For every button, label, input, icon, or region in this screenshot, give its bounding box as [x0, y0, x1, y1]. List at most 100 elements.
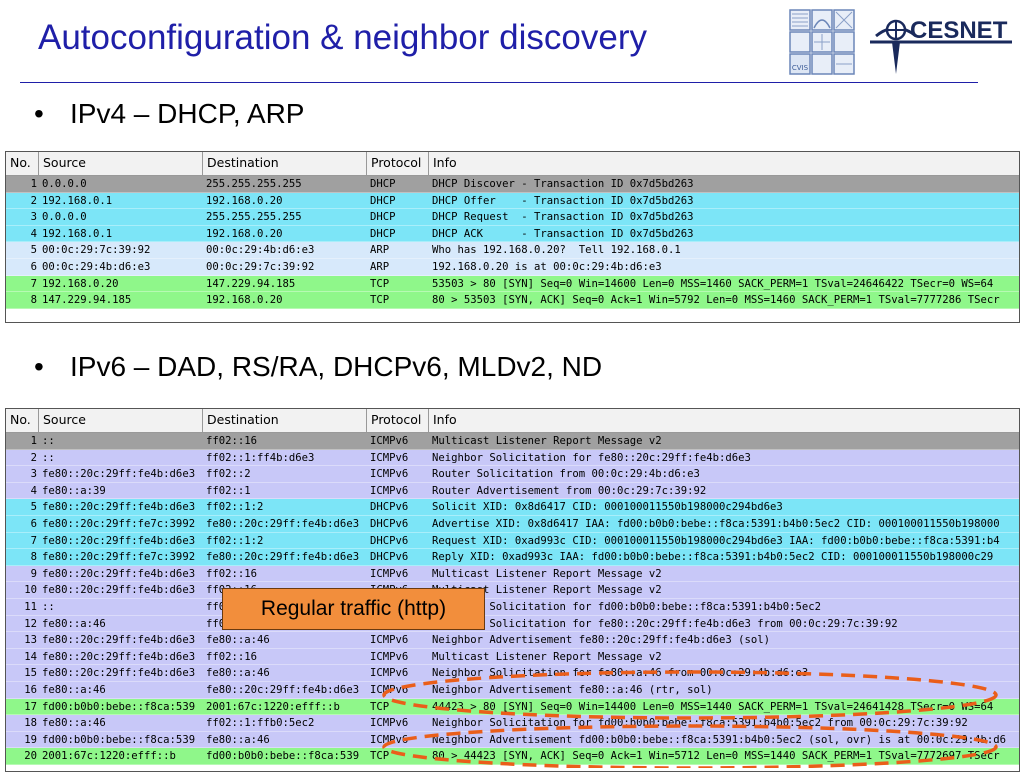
packet-protocol: DHCPv6	[370, 501, 409, 514]
packet-row[interactable]: 11::ff02::1:ffb0:5ec2ICMPv6Neighbor Soli…	[6, 598, 1019, 616]
packet-no: 18	[24, 717, 37, 730]
packet-row[interactable]: 14 fe80::20c:29ff:fe4b:d6e3 ff02::16 ICMPv6…	[6, 648, 1019, 666]
packet-protocol: ARP	[370, 244, 390, 257]
column-no[interactable]: No.	[6, 152, 39, 175]
cvis-logo: CVIS	[789, 9, 855, 75]
column-protocol[interactable]: Protocol	[367, 152, 429, 175]
packet-no: 19	[24, 733, 37, 746]
packet-destination: fe80::20c:29ff:fe4b:d6e3	[206, 683, 360, 696]
packet-info: Neighbor Solicitation for fe80::20c:29ff…	[432, 617, 898, 630]
packet-no: 3	[30, 211, 37, 224]
packet-info: 192.168.0.20 is at 00:0c:29:4b:d6:e3	[432, 260, 662, 273]
packet-protocol: ARP	[370, 260, 390, 273]
packet-destination: 192.168.0.20	[206, 294, 283, 307]
packet-source: ::	[42, 600, 55, 613]
column-info[interactable]: Info	[429, 409, 1019, 432]
packet-no: 3	[30, 468, 37, 481]
packet-row[interactable]: 12fe80::a:46ff02::1:ff4b:d6e3ICMPv6Neigh…	[6, 615, 1019, 633]
packet-info: 53503 > 80 [SYN] Seq=0 Win=14600 Len=0 M…	[432, 277, 994, 290]
slide-title: Autoconfiguration & neighbor discovery	[38, 18, 647, 57]
packet-destination: ff02::1	[206, 484, 251, 497]
packet-protocol: TCP	[370, 700, 390, 713]
packet-row[interactable]: 20 2001:67c:1220:efff::b fd00:b0b0:bebe::f…	[6, 748, 1019, 765]
packet-destination: 255.255.255.255	[206, 211, 302, 224]
packet-source: 192.168.0.1	[42, 227, 113, 240]
packet-row[interactable]: 17 fd00:b0b0:bebe::f8ca:539 2001:67c:1220:…	[6, 698, 1019, 716]
packet-row[interactable]: 6 00:0c:29:4b:d6:e3 00:0c:29:7c:39:92 ARP 19…	[6, 258, 1019, 276]
packet-destination: ff02::16	[206, 650, 258, 663]
packet-destination: 255.255.255.255	[206, 178, 302, 190]
column-info[interactable]: Info	[429, 152, 1019, 175]
packet-source: fd00:b0b0:bebe::f8ca:539	[42, 700, 196, 713]
packet-row[interactable]: 10fe80::20c:29ff:fe4b:d6e3ff02::16ICMPv6…	[6, 582, 1019, 599]
packet-row[interactable]: 18 fe80::a:46 ff02::1:ffb0:5ec2 ICMPv6 Neigh…	[6, 715, 1019, 732]
packet-row[interactable]: 1 0.0.0.0 255.255.255.255 DHCP DHCP Discover…	[6, 176, 1019, 193]
packet-no: 20	[24, 750, 37, 763]
packet-destination: 192.168.0.20	[206, 194, 283, 207]
packet-info: Router Advertisement from 00:0c:29:7c:39…	[432, 484, 707, 497]
callout-regular-traffic: Regular traffic (http)	[222, 588, 485, 630]
column-destination[interactable]: Destination	[203, 152, 367, 175]
packet-source: fe80::20c:29ff:fe7c:3992	[42, 551, 196, 564]
packet-info: 44423 > 80 [SYN] Seq=0 Win=14400 Len=0 M…	[432, 700, 994, 713]
ipv4-packet-list[interactable]: No. Source Destination Protocol Info 1 0.…	[5, 151, 1020, 323]
packet-destination: ff02::16	[206, 567, 258, 580]
column-no[interactable]: No.	[6, 409, 39, 432]
ipv6-column-header: No. Source Destination Protocol Info	[6, 409, 1019, 433]
packet-row[interactable]: 3 0.0.0.0 255.255.255.255 DHCP DHCP Request …	[6, 209, 1019, 226]
packet-row[interactable]: 13 fe80::20c:29ff:fe4b:d6e3 fe80::a:46 ICMP…	[6, 632, 1019, 649]
packet-row[interactable]: 5 00:0c:29:7c:39:92 00:0c:29:4b:d6:e3 ARP Wh…	[6, 242, 1019, 259]
ipv4-column-header: No. Source Destination Protocol Info	[6, 152, 1019, 176]
column-destination[interactable]: Destination	[203, 409, 367, 432]
packet-destination: fe80::a:46	[206, 634, 270, 647]
packet-no: 5	[30, 244, 37, 257]
packet-destination: fe80::20c:29ff:fe4b:d6e3	[206, 517, 360, 530]
packet-protocol: ICMPv6	[370, 435, 409, 447]
packet-row[interactable]: 9 fe80::20c:29ff:fe4b:d6e3 ff02::16 ICMPv6 M…	[6, 565, 1019, 583]
packet-source: fe80::20c:29ff:fe4b:d6e3	[42, 468, 196, 481]
title-divider	[20, 82, 978, 83]
packet-protocol: ICMPv6	[370, 733, 409, 746]
ipv4-rows: 1 0.0.0.0 255.255.255.255 DHCP DHCP Discover…	[6, 176, 1019, 309]
packet-source: 0.0.0.0	[42, 178, 87, 190]
cesnet-logo: CESNET	[870, 17, 1012, 74]
packet-row[interactable]: 2 192.168.0.1 192.168.0.20 DHCP DHCP Offer -…	[6, 192, 1019, 210]
packet-row[interactable]: 2:: ff02::1:ff4b:d6e3 ICMPv6 Neighbor Solic…	[6, 449, 1019, 467]
packet-source: 147.229.94.185	[42, 294, 132, 307]
packet-row[interactable]: 5 fe80::20c:29ff:fe4b:d6e3 ff02::1:2 DHCPv6…	[6, 499, 1019, 516]
packet-source: fe80::20c:29ff:fe4b:d6e3	[42, 567, 196, 580]
packet-info: DHCP Offer - Transaction ID 0x7d5bd263	[432, 194, 694, 207]
packet-row[interactable]: 8 fe80::20c:29ff:fe7c:3992 fe80::20c:29ff:…	[6, 549, 1019, 566]
packet-source: fe80::a:46	[42, 617, 106, 630]
packet-row[interactable]: 7 192.168.0.20 147.229.94.185 TCP 53503 > 80…	[6, 275, 1019, 293]
packet-row[interactable]: 19 fd00:b0b0:bebe::f8ca:539 fe80::a:46 ICMP…	[6, 731, 1019, 749]
column-source[interactable]: Source	[39, 152, 203, 175]
packet-info: 80 > 44423 [SYN, ACK] Seq=0 Ack=1 Win=57…	[432, 750, 1000, 763]
packet-row[interactable]: 4 192.168.0.1 192.168.0.20 DHCP DHCP ACK - T…	[6, 225, 1019, 243]
packet-destination: 00:0c:29:7c:39:92	[206, 260, 315, 273]
packet-row[interactable]: 8 147.229.94.185 192.168.0.20 TCP 80 > 53503…	[6, 292, 1019, 309]
packet-protocol: ICMPv6	[370, 468, 409, 481]
packet-info: Neighbor Solicitation for fd00:b0b0:bebe…	[432, 717, 968, 730]
packet-info: Multicast Listener Report Message v2	[432, 435, 662, 447]
packet-info: DHCP ACK - Transaction ID 0x7d5bd263	[432, 227, 694, 240]
packet-row[interactable]: 3 fe80::20c:29ff:fe4b:d6e3 ff02::2 ICMPv6 Ro…	[6, 466, 1019, 483]
column-protocol[interactable]: Protocol	[367, 409, 429, 432]
packet-destination: ff02::1:ffb0:5ec2	[206, 717, 315, 730]
bullet-ipv6-text: IPv6 – DAD, RS/RA, DHCPv6, MLDv2, ND	[70, 351, 603, 382]
packet-row[interactable]: 15 fe80::20c:29ff:fe4b:d6e3 fe80::a:46 ICMP…	[6, 665, 1019, 682]
packet-source: fe80::20c:29ff:fe4b:d6e3	[42, 534, 196, 547]
ipv6-packet-list[interactable]: No. Source Destination Protocol Info 1::…	[5, 408, 1020, 772]
packet-no: 5	[30, 501, 37, 514]
packet-row[interactable]: 6 fe80::20c:29ff:fe7c:3992 fe80::20c:29ff:…	[6, 515, 1019, 533]
column-source[interactable]: Source	[39, 409, 203, 432]
packet-row[interactable]: 16 fe80::a:46 fe80::20c:29ff:fe4b:d6e3 ICMP…	[6, 681, 1019, 699]
packet-row[interactable]: 4 fe80::a:39 ff02::1 ICMPv6 Router Advertise…	[6, 482, 1019, 500]
packet-source: fd00:b0b0:bebe::f8ca:539	[42, 733, 196, 746]
packet-row[interactable]: 1:: ff02::16 ICMPv6 Multicast Listener Repo…	[6, 433, 1019, 450]
packet-source: 192.168.0.20	[42, 277, 119, 290]
packet-no: 7	[30, 534, 37, 547]
packet-info: Multicast Listener Report Message v2	[432, 650, 662, 663]
packet-destination: 2001:67c:1220:efff::b	[206, 700, 340, 713]
packet-row[interactable]: 7 fe80::20c:29ff:fe4b:d6e3 ff02::1:2 DHCPv6…	[6, 532, 1019, 550]
